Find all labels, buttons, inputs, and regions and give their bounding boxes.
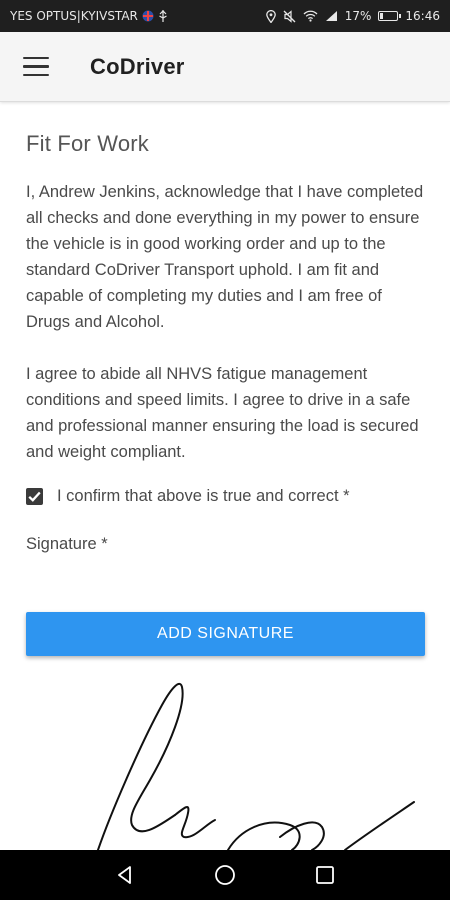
status-right: 17% 16:46 — [265, 9, 440, 23]
declaration-paragraph-1: I, Andrew Jenkins, acknowledge that I ha… — [26, 183, 424, 331]
fit-for-work-form: Fit For Work I, Andrew Jenkins, acknowle… — [26, 101, 430, 554]
app-title: CoDriver — [90, 53, 185, 79]
recents-icon[interactable] — [305, 855, 345, 895]
checkmark-icon — [28, 491, 41, 502]
confirm-checkbox[interactable] — [26, 488, 43, 505]
battery-icon — [378, 11, 402, 21]
location-icon — [265, 9, 276, 23]
flag-icon — [142, 10, 154, 22]
mute-icon — [283, 9, 296, 23]
page-title: Fit For Work — [26, 131, 149, 156]
clock-time: 16:46 — [405, 9, 440, 23]
wifi-icon — [303, 10, 318, 22]
navigation-bar — [0, 850, 450, 900]
signal-icon — [325, 10, 338, 22]
home-icon[interactable] — [205, 855, 245, 895]
menu-line — [23, 56, 49, 59]
declaration-paragraph-2: I agree to abide all NHVS fatigue manage… — [26, 365, 419, 461]
signature-drawing — [97, 682, 415, 850]
app-bar: CoDriver — [0, 32, 450, 102]
hamburger-menu-icon[interactable] — [23, 56, 49, 77]
battery-level-fill — [380, 13, 384, 19]
add-signature-button[interactable]: ADD SIGNATURE — [26, 612, 425, 656]
usb-icon — [158, 10, 168, 22]
back-icon[interactable] — [105, 855, 145, 895]
status-bar: YES OPTUS|KYIVSTAR 17% 16:46 — [0, 0, 450, 32]
confirm-row: I confirm that above is true and correct… — [26, 487, 430, 506]
menu-line — [23, 74, 49, 77]
battery-percent: 17% — [344, 9, 372, 23]
menu-line — [23, 65, 49, 68]
status-left: YES OPTUS|KYIVSTAR — [10, 9, 168, 23]
confirm-label: I confirm that above is true and correct… — [57, 487, 350, 505]
signature-label: Signature * — [26, 535, 108, 553]
carrier-text: YES OPTUS|KYIVSTAR — [10, 9, 138, 23]
